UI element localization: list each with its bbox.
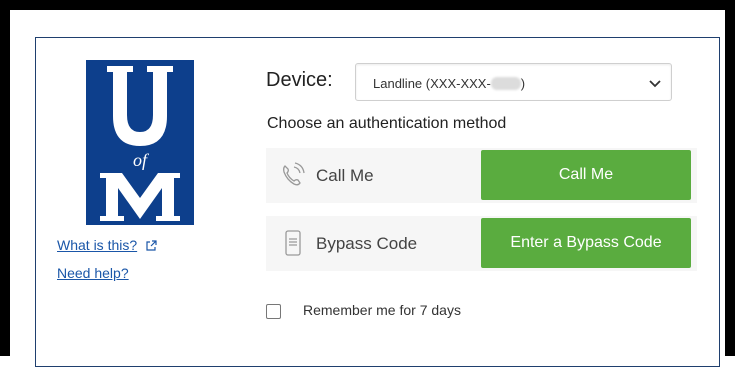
- device-select[interactable]: Landline (XXX-XXX-): [355, 63, 672, 101]
- remember-me-label[interactable]: Remember me for 7 days: [303, 302, 461, 318]
- call-me-button[interactable]: Call Me: [481, 150, 691, 200]
- enter-bypass-code-button[interactable]: Enter a Bypass Code: [481, 218, 691, 268]
- bypass-code-label: Bypass Code: [316, 234, 418, 253]
- remember-me-checkbox[interactable]: [266, 304, 281, 319]
- device-code-icon: [280, 230, 306, 261]
- redacted-digits: [490, 77, 521, 90]
- need-help-link[interactable]: Need help?: [57, 265, 129, 281]
- university-logo: of: [86, 60, 194, 225]
- device-label: Device:: [266, 69, 333, 91]
- what-is-this-link[interactable]: What is this?: [57, 237, 137, 253]
- chevron-down-icon: [649, 77, 661, 92]
- auth-method-row-bypass: Bypass Code Enter a Bypass Code: [266, 216, 697, 271]
- need-help-link-wrap: Need help?: [57, 265, 129, 281]
- device-selected-value: Landline (XXX-XXX-): [373, 76, 525, 91]
- auth-method-row-call: Call Me Call Me: [266, 148, 697, 203]
- what-is-this-link-wrap: What is this?: [57, 237, 157, 255]
- device-value-suffix: ): [520, 76, 526, 91]
- auth-method-prompt: Choose an authentication method: [267, 115, 507, 132]
- phone-ringing-icon: [280, 162, 306, 193]
- call-me-label: Call Me: [316, 166, 374, 185]
- logo-of-text: of: [133, 150, 150, 170]
- external-link-icon[interactable]: [145, 239, 157, 255]
- device-value-prefix: Landline (XXX-XXX-: [373, 76, 491, 91]
